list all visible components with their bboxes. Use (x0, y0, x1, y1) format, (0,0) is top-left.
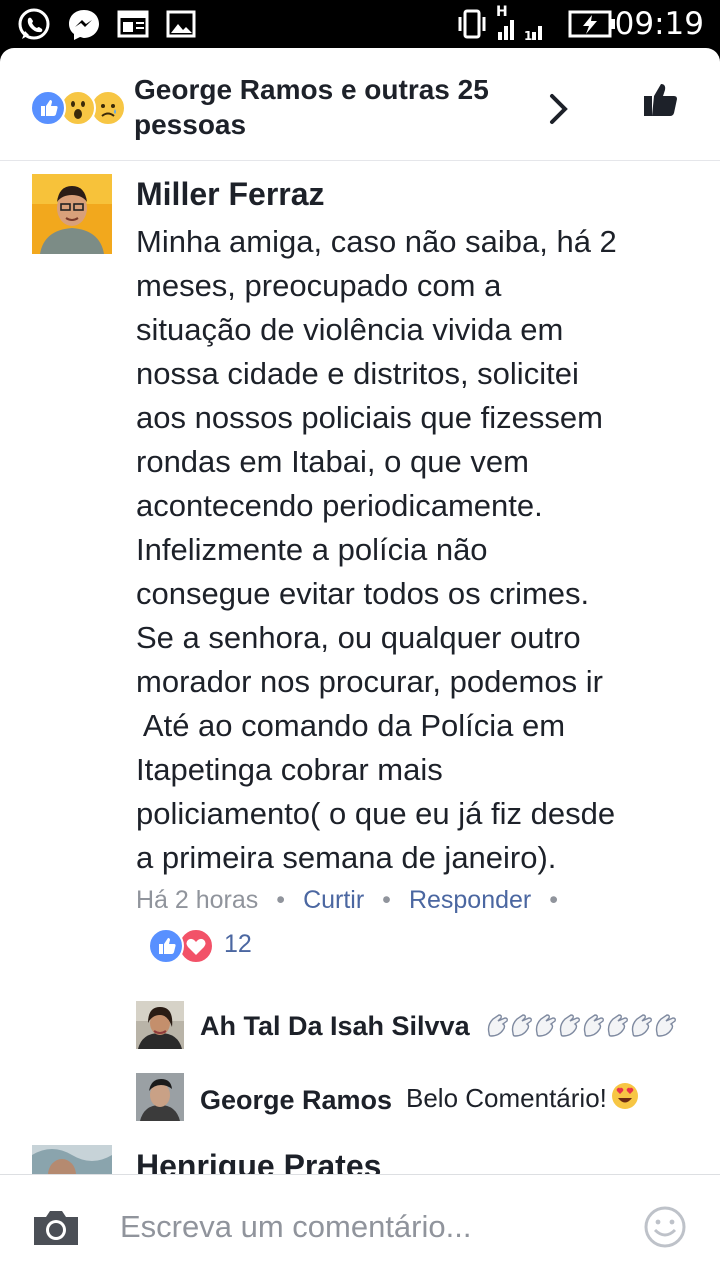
comment-text-line: Infelizmente a polícia não (136, 532, 488, 567)
miller-ferraz-avatar (32, 174, 112, 254)
comment-reactions[interactable]: 12 (148, 928, 288, 964)
george-ramos-avatar (136, 1073, 184, 1121)
clap-emoji (511, 1014, 532, 1037)
clap-emoji (559, 1014, 580, 1037)
reply-text: Belo Comentário! (406, 1083, 607, 1113)
clap-emoji (535, 1014, 556, 1037)
comment-composer (0, 1174, 720, 1280)
clap-emoji (583, 1014, 604, 1037)
clap-emoji (607, 1014, 628, 1037)
comment-input[interactable] (120, 1205, 620, 1249)
camera-icon[interactable] (30, 1207, 82, 1249)
smiley-icon[interactable] (643, 1205, 687, 1249)
reply-action[interactable]: Responder (409, 886, 531, 914)
isah-avatar (136, 1001, 184, 1049)
clapping-hands-icon (487, 1014, 676, 1037)
gallery-icon (166, 10, 196, 38)
reply-item: George Ramos Belo Comentário! (136, 1073, 716, 1121)
signal-icon: H 1 (496, 4, 542, 43)
avatar[interactable] (136, 1001, 184, 1049)
comment-text-line: morador nos procurar, podemos ir (136, 664, 603, 699)
whatsapp-icon (18, 8, 50, 40)
clap-emoji (631, 1014, 652, 1037)
svg-text:H: H (496, 4, 508, 20)
clap-emoji (487, 1014, 508, 1037)
reaction-icons (30, 90, 130, 126)
comment-text-line: Se a senhora, ou qualquer outro (136, 620, 581, 655)
comment-text-line: policiamento( o que eu já fiz desde (136, 796, 616, 831)
newspaper-icon (117, 10, 149, 38)
reply-author[interactable]: Ah Tal Da Isah Silvva (200, 1011, 470, 1042)
like-reaction-icon (148, 928, 184, 964)
reaction-count: 12 (224, 930, 252, 958)
comment-author[interactable]: Miller Ferraz (136, 176, 325, 213)
reactions-header[interactable]: George Ramos e outras 25 pessoas (0, 48, 720, 161)
comment-text-line: rondas em Itabai, o que vem (136, 444, 529, 479)
status-time: 09:19 (614, 6, 704, 42)
avatar[interactable] (32, 174, 112, 254)
status-bar: H 1 09:19 (0, 0, 720, 48)
like-reaction-icon (30, 90, 66, 126)
comment-text: Minha amiga, caso não saiba, há 2 meses, … (136, 220, 706, 880)
separator-dot: • (549, 886, 559, 914)
comment-text-line: Até ao comando da Polícia em (136, 708, 566, 743)
clap-emoji (655, 1014, 676, 1037)
thumbs-up-icon[interactable] (642, 82, 678, 118)
avatar[interactable] (136, 1073, 184, 1121)
comments-sheet: George Ramos e outras 25 pessoas Miller … (0, 48, 720, 1280)
messenger-icon (69, 10, 99, 40)
comment-text-line: nossa cidade e distritos, solicitei (136, 356, 579, 391)
reply-author[interactable]: George Ramos (200, 1085, 392, 1116)
comment-text-line: consegue evitar todos os crimes. (136, 576, 590, 611)
comment-text-line: acontecendo periodicamente. (136, 488, 543, 523)
vibrate-icon (458, 9, 486, 39)
comment-time: Há 2 horas (136, 886, 259, 914)
like-action[interactable]: Curtir (303, 886, 364, 914)
comment-text-line: meses, preocupado com a (136, 268, 502, 303)
comment-text-line: Minha amiga, caso não saiba, há 2 (136, 224, 617, 259)
comment-text-line: aos nossos policiais que fizessem (136, 400, 603, 435)
battery-charging-icon (568, 10, 615, 38)
comment-text-line: a primeira semana de janeiro). (136, 840, 557, 875)
separator-dot: • (382, 886, 391, 914)
heart-eyes-emoji-icon (612, 1083, 638, 1109)
comment-text-line: situação de violência vivida em (136, 312, 564, 347)
chevron-right-icon[interactable] (546, 92, 572, 126)
comment-text-line: Itapetinga cobrar mais (136, 752, 443, 787)
separator-dot: • (276, 886, 286, 914)
comment-meta: Há 2 horas • Curtir • Responder • (136, 886, 576, 915)
svg-text:1: 1 (524, 29, 532, 43)
reactors-summary: George Ramos e outras 25 pessoas (134, 74, 489, 140)
reply-item: Ah Tal Da Isah Silvva (136, 1001, 716, 1049)
